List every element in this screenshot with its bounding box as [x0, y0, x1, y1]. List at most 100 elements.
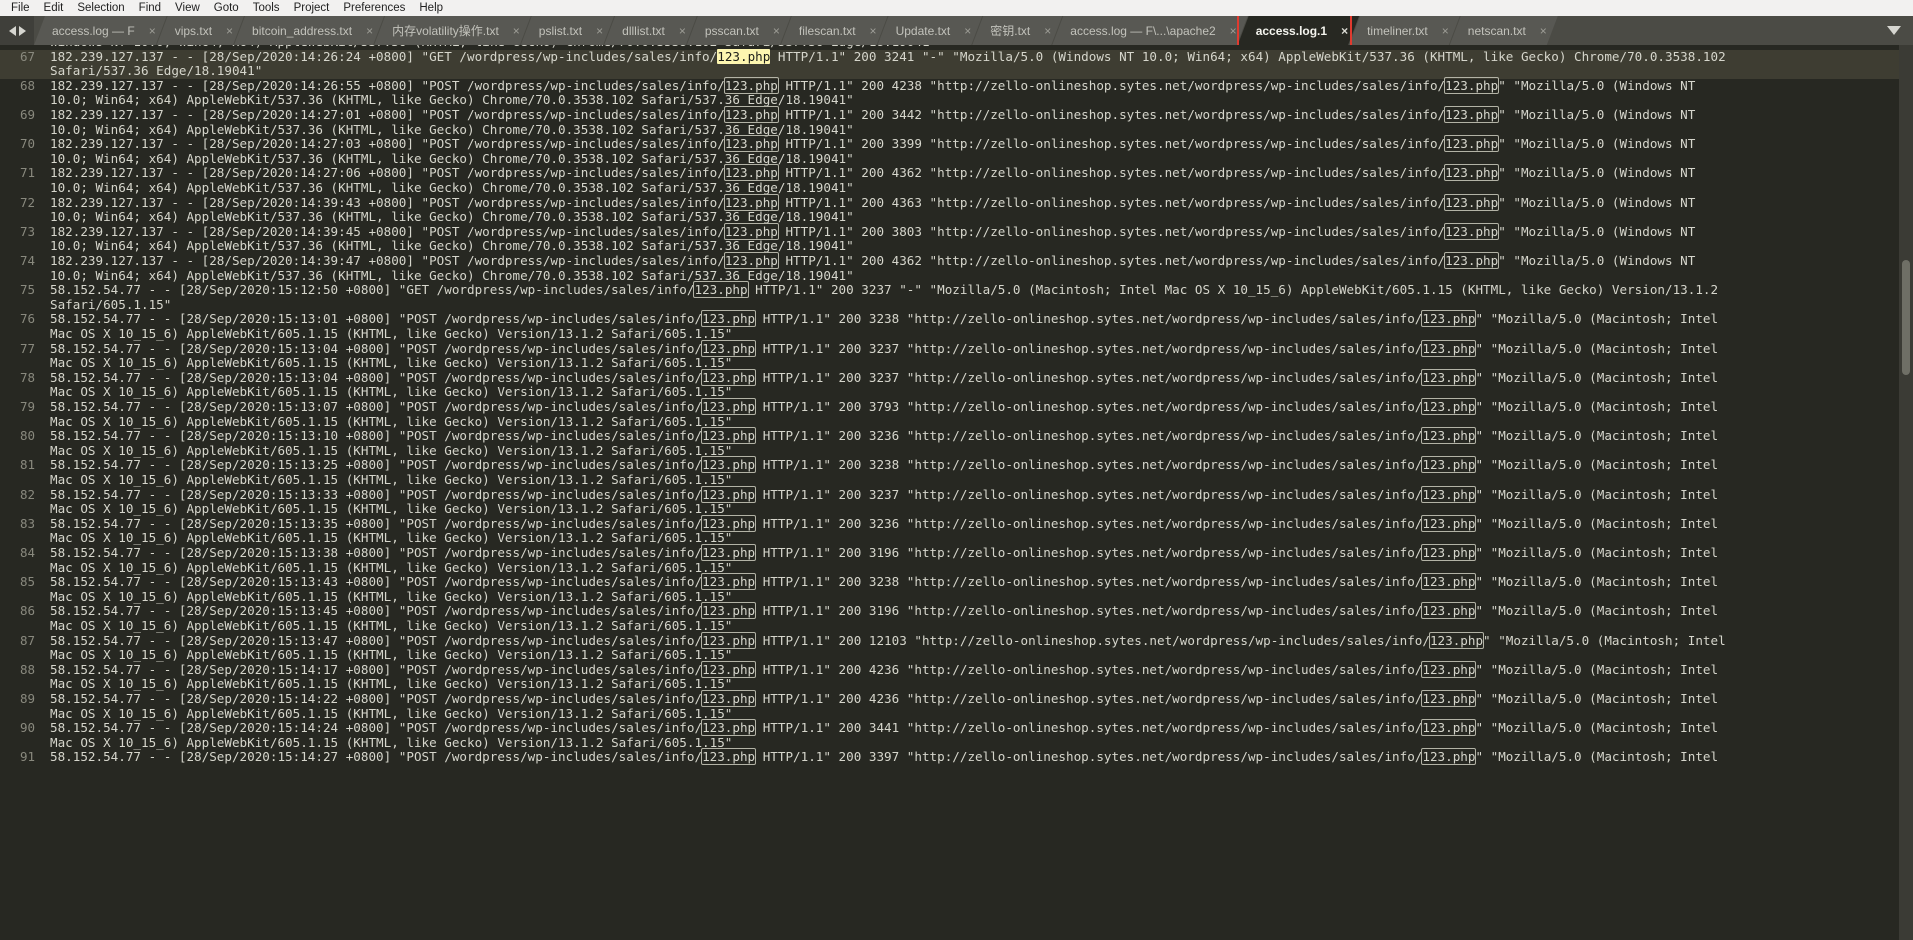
close-icon[interactable]: × [677, 25, 688, 37]
log-line: 182.239.127.137 - - [28/Sep/2020:14:39:4… [50, 252, 1695, 269]
log-text: 58.152.54.77 - - [28/Sep/2020:15:13:45 +… [50, 603, 703, 619]
tab-bar: access.log — F × vips.txt × bitcoin_address.… [0, 16, 1913, 45]
log-text: 182.239.127.137 - - [28/Sep/2020:14:39:4… [50, 194, 725, 210]
menu-item-preferences[interactable]: Preferences [336, 0, 412, 16]
search-match: 123.php [701, 339, 757, 357]
triangle-right-icon[interactable] [18, 25, 26, 36]
search-match: 123.php [1421, 514, 1477, 532]
close-icon[interactable]: × [771, 25, 782, 37]
close-icon[interactable]: × [1440, 25, 1451, 37]
log-text: Safari/537.36 Edge/18.19041" [50, 63, 263, 79]
search-match: 123.php [701, 660, 757, 678]
log-text: 58.152.54.77 - - [28/Sep/2020:15:14:17 +… [50, 661, 703, 677]
log-line: 58.152.54.77 - - [28/Sep/2020:15:14:22 +… [50, 690, 1719, 707]
close-icon[interactable]: × [364, 25, 375, 37]
tab-active-11[interactable]: access.log.1 × [1238, 16, 1359, 45]
search-match: 123.php [723, 252, 779, 269]
menu-item-project[interactable]: Project [287, 0, 337, 16]
tab-12[interactable]: timeliner.txt × [1349, 16, 1460, 45]
log-text: HTTP/1.1" 200 4236 "http://zello-onlines… [755, 661, 1423, 677]
log-text: " "Mozilla/5.0 (Macintosh; Intel [1475, 691, 1719, 706]
search-match: 123.php [701, 310, 757, 328]
tab-7[interactable]: filescan.txt × [781, 16, 888, 45]
log-text: Mac OS X 10_15_6) AppleWebKit/605.1.15 (… [50, 588, 733, 604]
menu-item-tools[interactable]: Tools [246, 0, 287, 16]
log-line: 58.152.54.77 - - [28/Sep/2020:15:13:35 +… [50, 514, 1718, 532]
tab-8[interactable]: Update.txt × [878, 16, 983, 45]
log-text: " "Mozilla/5.0 (Windows NT [1498, 77, 1696, 93]
log-text: HTTP/1.1" 200 3793 "http://zello-onlines… [755, 399, 1423, 414]
selected-search-match: 123.php [717, 48, 771, 64]
vertical-scrollbar[interactable] [1899, 45, 1913, 940]
log-line: 58.152.54.77 - - [28/Sep/2020:15:13:47 +… [50, 631, 1726, 649]
line-number: 67 [19, 48, 35, 64]
search-match: 123.php [701, 631, 757, 649]
tab-label: 密钥.txt [990, 24, 1031, 38]
close-icon[interactable]: × [224, 25, 235, 37]
tab-9[interactable]: 密钥.txt × [972, 16, 1062, 45]
log-line: 182.239.127.137 - - [28/Sep/2020:14:27:0… [50, 135, 1695, 153]
close-icon[interactable]: × [1042, 25, 1053, 37]
tab-overflow-button[interactable] [1875, 16, 1913, 45]
log-text: Mac OS X 10_15_6) AppleWebKit/605.1.15 (… [50, 384, 733, 400]
log-line: 182.239.127.137 - - [28/Sep/2020:14:26:5… [50, 76, 1696, 94]
tab-13[interactable]: netscan.txt × [1450, 16, 1558, 45]
line-number: 76 [19, 311, 35, 327]
log-text: 58.152.54.77 - - [28/Sep/2020:15:13:07 +… [50, 399, 703, 414]
tab-1[interactable]: vips.txt × [157, 16, 244, 45]
tab-5[interactable]: dlllist.txt × [604, 16, 697, 45]
triangle-left-icon[interactable] [8, 25, 16, 36]
log-line: 182.239.127.137 - - [28/Sep/2020:14:27:0… [50, 164, 1695, 182]
close-icon[interactable]: × [1538, 25, 1549, 37]
log-text: HTTP/1.1" 200 3238 "http://zello-onlines… [755, 574, 1423, 590]
search-match: 123.php [701, 485, 757, 503]
close-icon[interactable]: × [511, 25, 522, 37]
log-text: " "Mozilla/5.0 (Macintosh; Intel [1475, 749, 1719, 765]
log-text: 58.152.54.77 - - [28/Sep/2020:15:13:33 +… [50, 486, 703, 502]
log-line: 58.152.54.77 - - [28/Sep/2020:15:14:17 +… [50, 660, 1718, 678]
log-text: " "Mozilla/5.0 (Macintosh; Intel [1483, 632, 1726, 648]
log-line: 58.152.54.77 - - [28/Sep/2020:15:13:01 +… [50, 310, 1718, 328]
log-text: 182.239.127.137 - - [28/Sep/2020:14:26:5… [50, 77, 725, 93]
log-text: HTTP/1.1" 200 4236 "http://zello-onlines… [755, 691, 1423, 706]
close-icon[interactable]: × [147, 25, 158, 37]
close-icon[interactable]: × [962, 25, 973, 37]
close-icon[interactable]: × [868, 25, 879, 37]
log-line-wrap: Mac OS X 10_15_6) AppleWebKit/605.1.15 (… [50, 472, 732, 488]
tab-label: filescan.txt [798, 23, 856, 38]
log-text: 58.152.54.77 - - [28/Sep/2020:15:13:43 +… [50, 574, 703, 590]
tab-6[interactable]: psscan.txt × [687, 16, 791, 45]
log-line: 182.239.127.137 - - [28/Sep/2020:14:39:4… [50, 222, 1695, 240]
log-text: " "Mozilla/5.0 (Macintosh; Intel [1475, 369, 1719, 385]
menu-item-edit[interactable]: Edit [37, 0, 71, 16]
close-icon[interactable]: × [594, 25, 605, 37]
tab-10[interactable]: access.log — F\...\apache2 × [1052, 16, 1247, 45]
menu-item-file[interactable]: File [4, 0, 37, 16]
log-line: 58.152.54.77 - - [28/Sep/2020:15:13:07 +… [50, 398, 1718, 415]
tab-label: 内存volatility操作.txt [392, 24, 499, 38]
menu-item-goto[interactable]: Goto [207, 0, 246, 16]
vertical-scrollbar-thumb[interactable] [1902, 260, 1910, 375]
tab-4[interactable]: pslist.txt × [521, 16, 614, 45]
tab-2[interactable]: bitcoin_address.txt × [234, 16, 384, 45]
search-match: 123.php [1421, 690, 1477, 707]
active-tab-marker-1 [1350, 16, 1353, 45]
menu-item-selection[interactable]: Selection [70, 0, 131, 16]
menu-item-help[interactable]: Help [412, 0, 450, 16]
code-content[interactable]: Windows NT 10.0; Win64; x64) AppleWebKit… [44, 45, 1913, 940]
tab-0[interactable]: access.log — F × [34, 16, 167, 45]
log-line-wrap: Mac OS X 10_15_6) AppleWebKit/605.1.15 (… [50, 531, 732, 546]
log-text: Mac OS X 10_15_6) AppleWebKit/605.1.15 (… [50, 442, 733, 458]
log-text: 58.152.54.77 - - [28/Sep/2020:15:14:22 +… [50, 691, 703, 706]
tab-3[interactable]: 内存volatility操作.txt × [374, 16, 531, 45]
tab-scroll-arrows[interactable] [0, 16, 34, 45]
chevron-down-icon[interactable] [1887, 26, 1901, 35]
search-match: 123.php [723, 164, 779, 182]
log-text: " "Mozilla/5.0 (Macintosh; Intel [1475, 340, 1719, 356]
menu-item-view[interactable]: View [168, 0, 207, 16]
menu-item-find[interactable]: Find [132, 0, 168, 16]
search-match: 123.php [701, 514, 757, 532]
close-icon[interactable]: × [1339, 25, 1350, 37]
log-text: HTTP/1.1" 200 3196 "http://zello-onlines… [755, 545, 1423, 560]
editor-pane[interactable]: 67 68 69 70 71 72 73 74 75 76 77 78 79 80 81 82 83 84 85 86… [0, 45, 1913, 940]
